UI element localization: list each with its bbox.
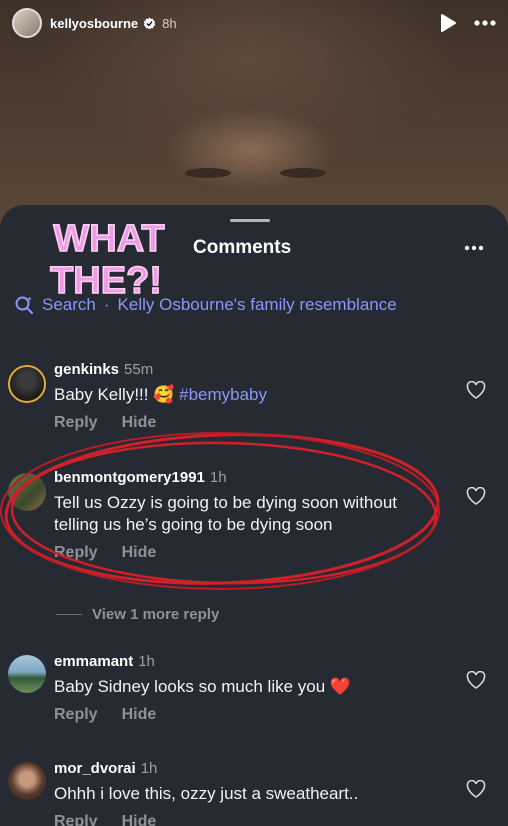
comment-username[interactable]: emmamant — [54, 653, 133, 670]
more-options-icon[interactable] — [474, 20, 496, 26]
related-search[interactable]: Search · Kelly Osbourne's family resembl… — [14, 295, 397, 315]
like-heart-icon[interactable] — [466, 487, 486, 505]
verified-badge-icon — [143, 17, 156, 29]
sheet-grabber[interactable] — [230, 219, 270, 222]
avatar[interactable] — [8, 762, 46, 800]
reply-button[interactable]: Reply — [54, 813, 98, 826]
like-heart-icon[interactable] — [466, 671, 486, 689]
search-sparkle-icon — [15, 296, 33, 314]
reply-button[interactable]: Reply — [54, 544, 98, 562]
comment-timestamp: 1h — [209, 469, 227, 486]
comment-timestamp: 1h — [138, 653, 155, 670]
comment-hashtag-link[interactable]: #bemybaby — [179, 385, 267, 404]
sticker-line-1: WHAT — [53, 218, 164, 260]
like-heart-icon[interactable] — [466, 780, 486, 798]
story-image-eye-right — [280, 168, 326, 178]
hide-button[interactable]: Hide — [122, 544, 157, 562]
story-image-eye-left — [185, 168, 231, 178]
view-more-replies[interactable]: View 1 more reply — [56, 606, 219, 623]
hide-button[interactable]: Hide — [122, 414, 157, 432]
avatar[interactable] — [8, 473, 46, 511]
sheet-more-icon[interactable] — [464, 245, 484, 251]
reply-button[interactable]: Reply — [54, 414, 98, 432]
search-separator: · — [103, 295, 110, 314]
avatar[interactable] — [8, 365, 46, 403]
comment-timestamp: 55m — [124, 361, 154, 378]
comment-username[interactable]: genkinks — [54, 361, 119, 378]
hide-button[interactable]: Hide — [122, 706, 157, 724]
story-avatar[interactable] — [12, 8, 42, 38]
view-more-divider — [56, 614, 82, 615]
comment-text: Ohhh i love this, ozzy just a sweatheart… — [54, 784, 359, 803]
story-timestamp: 8h — [162, 15, 177, 31]
what-the-sticker: WHAT THE?! — [49, 217, 165, 297]
comment-username[interactable]: benmontgomery1991 — [54, 469, 205, 486]
comment-text: Baby Kelly!!! 🥰 — [54, 385, 175, 404]
sticker-line-2: THE?! — [50, 260, 162, 297]
like-heart-icon[interactable] — [466, 381, 486, 399]
search-label: Search — [42, 295, 96, 314]
search-query: Kelly Osbourne's family resemblance — [117, 295, 397, 314]
sheet-title: Comments — [193, 237, 292, 258]
avatar[interactable] — [8, 655, 46, 693]
comment-username[interactable]: mor_dvorai — [54, 760, 136, 777]
comment-timestamp: 1h — [140, 760, 158, 777]
view-more-label: View 1 more reply — [92, 606, 220, 623]
story-header: kellyosbourne 8h — [0, 0, 508, 46]
play-icon[interactable] — [440, 14, 456, 32]
comments-sheet: WHAT THE?! Comments Search · Kelly Osbou… — [0, 205, 508, 826]
story-username[interactable]: kellyosbourne — [50, 16, 138, 31]
reply-button[interactable]: Reply — [54, 706, 98, 724]
hide-button[interactable]: Hide — [122, 813, 157, 826]
comment-text: Tell us Ozzy is going to be dying soon w… — [54, 493, 398, 534]
comment-text: Baby Sidney looks so much like you ❤️ — [54, 677, 352, 696]
